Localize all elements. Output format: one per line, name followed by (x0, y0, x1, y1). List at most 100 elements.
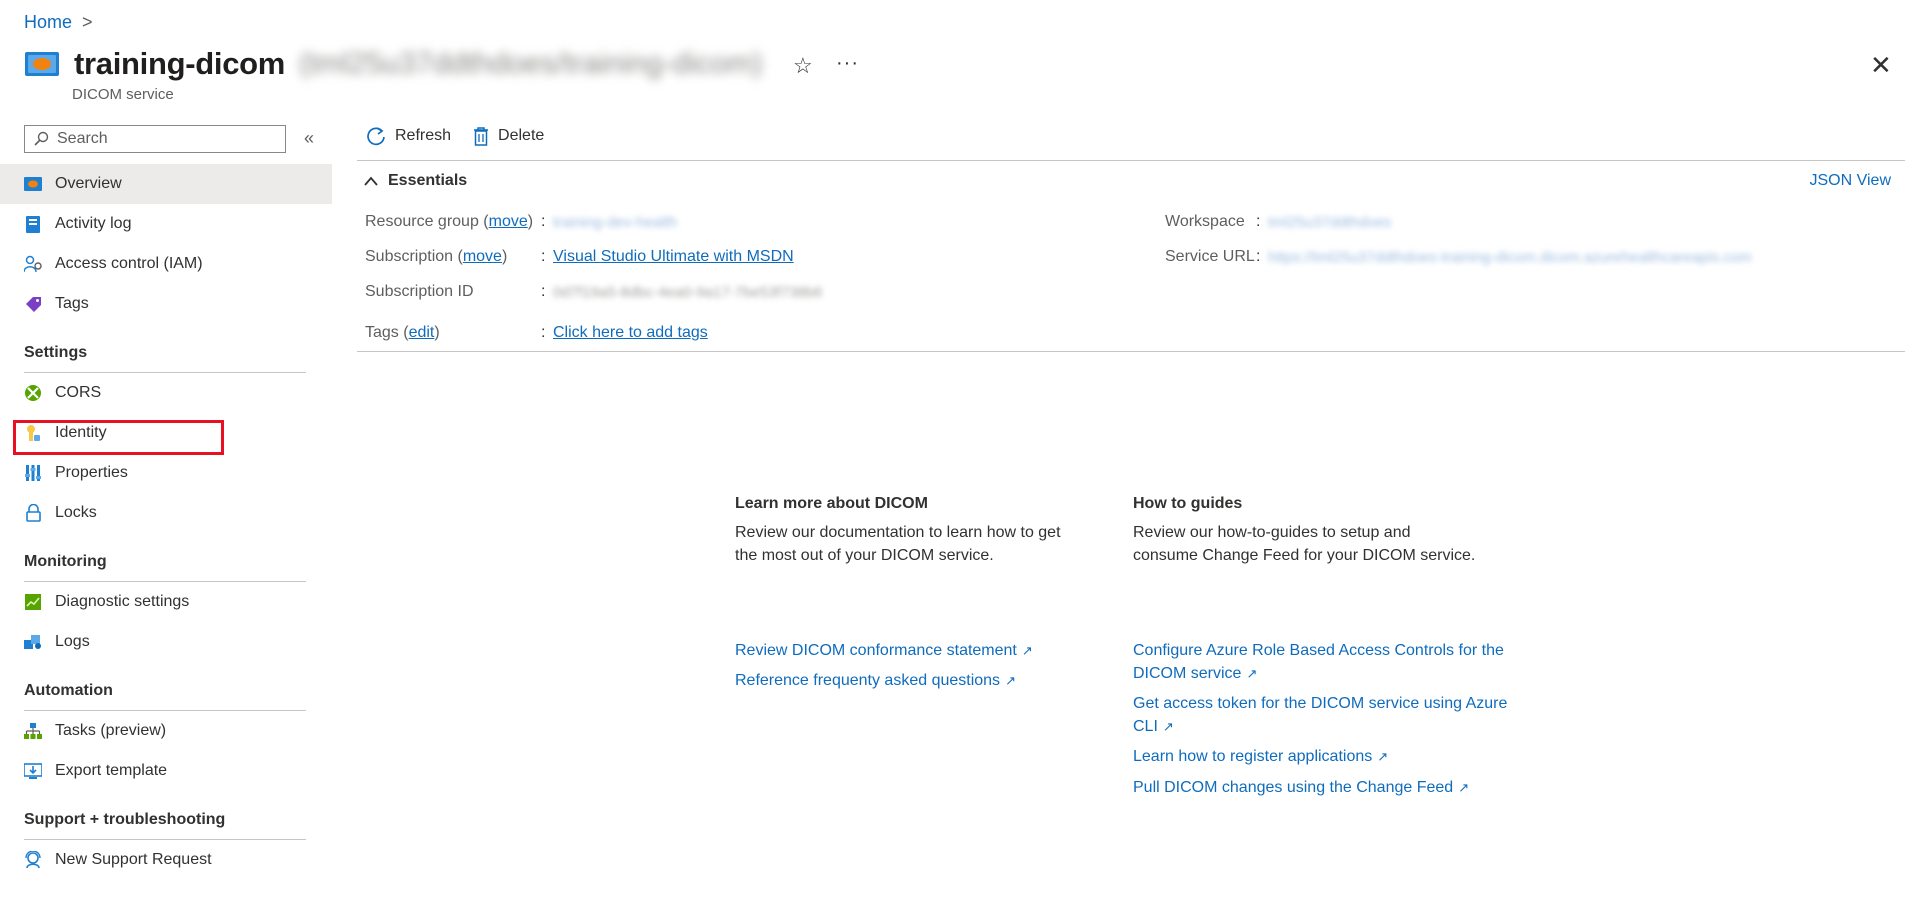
service-url-label: Service URL (1165, 248, 1255, 265)
sidebar-item-label: Properties (55, 464, 128, 481)
sidebar-item-overview[interactable]: Overview (0, 164, 332, 204)
workspace-value[interactable]: tml25u37ddthdoes (1268, 214, 1391, 231)
sidebar-nav: Overview Activity log Access control (IA… (0, 164, 332, 880)
delete-button[interactable]: Delete (473, 126, 544, 146)
external-link-icon: ↗ (1246, 666, 1258, 681)
properties-icon (24, 464, 42, 482)
learn-more-text: Review our documentation to learn how to… (735, 524, 1061, 564)
how-to-guides-text: Review our how-to-guides to setup and co… (1133, 524, 1476, 564)
lock-icon (24, 504, 42, 522)
sidebar-item-label: Tags (55, 295, 89, 312)
sidebar-item-tasks[interactable]: Tasks (preview) (0, 711, 332, 751)
resource-group-label: Resource group (move) (365, 213, 534, 230)
rbac-guide-link[interactable]: Configure Azure Role Based Access Contro… (1133, 639, 1504, 685)
sidebar-item-label: Access control (IAM) (55, 255, 203, 272)
refresh-icon (367, 127, 385, 146)
colon: : (1256, 213, 1261, 230)
conformance-statement-link[interactable]: Review DICOM conformance statement ↗ (735, 639, 1033, 662)
sidebar-item-activity-log[interactable]: Activity log (0, 204, 332, 244)
subscription-id-label: Subscription ID (365, 283, 474, 300)
diagnostic-icon (24, 593, 42, 611)
register-applications-link[interactable]: Learn how to register applications ↗ (1133, 745, 1388, 768)
sidebar-item-logs[interactable]: Logs (0, 622, 332, 662)
access-token-guide-link[interactable]: Get access token for the DICOM service u… (1133, 692, 1507, 738)
trash-icon (474, 126, 489, 146)
divider (357, 351, 1905, 352)
sidebar-item-new-support-request[interactable]: New Support Request (0, 840, 332, 880)
command-bar: Refresh Delete (366, 126, 544, 146)
resource-group-value[interactable]: training-dev-health (553, 214, 677, 231)
sidebar-item-label: Diagnostic settings (55, 593, 190, 610)
collapse-sidebar-icon[interactable]: « (304, 128, 314, 149)
refresh-label: Refresh (395, 127, 452, 144)
page-title: training-dicom (74, 46, 286, 81)
essentials-toggle[interactable]: Essentials (364, 172, 467, 190)
sidebar-item-label: Activity log (55, 215, 132, 232)
logs-icon (24, 633, 42, 651)
external-link-icon: ↗ (1162, 719, 1174, 734)
essentials-title: Essentials (388, 172, 468, 189)
identity-highlight-box (13, 420, 224, 455)
sidebar-item-cors[interactable]: CORS (0, 373, 332, 413)
subscription-value-link[interactable]: Visual Studio Ultimate with MSDN (553, 248, 794, 266)
delete-label: Delete (498, 127, 545, 144)
faq-link[interactable]: Reference frequenty asked questions ↗ (735, 669, 1016, 692)
sidebar-item-label: Locks (55, 504, 97, 521)
colon: : (541, 213, 546, 230)
sidebar-item-label: CORS (55, 384, 102, 401)
search-input[interactable] (55, 129, 279, 149)
service-url-value[interactable]: https://tml25u37ddthdoes-training-dicom.… (1268, 249, 1752, 266)
sidebar-search[interactable] (24, 125, 286, 153)
page-subtitle: DICOM service (72, 86, 174, 103)
sidebar-item-label: Logs (55, 633, 90, 650)
sidebar-item-tags[interactable]: Tags (0, 284, 332, 324)
sidebar-section-monitoring: Monitoring (24, 553, 107, 570)
page-title-redacted: (tml25u37ddthdoes/training-dicom) (299, 47, 763, 80)
tasks-icon (24, 722, 42, 740)
sidebar-item-locks[interactable]: Locks (0, 493, 332, 533)
sidebar-item-diagnostic-settings[interactable]: Diagnostic settings (0, 582, 332, 622)
sidebar-item-label: Overview (55, 175, 122, 192)
sidebar-item-export-template[interactable]: Export template (0, 751, 332, 791)
more-options-icon[interactable]: ··· (836, 52, 859, 75)
sidebar-section-automation: Automation (24, 682, 113, 699)
chevron-up-icon (364, 176, 378, 186)
external-link-icon: ↗ (1458, 780, 1470, 795)
close-icon[interactable]: ✕ (1870, 50, 1892, 81)
refresh-button[interactable]: Refresh (366, 126, 451, 146)
colon: : (541, 324, 546, 341)
json-view-link[interactable]: JSON View (1809, 172, 1891, 190)
sidebar-item-label: Tasks (preview) (55, 722, 167, 739)
breadcrumb: Home > (24, 12, 93, 33)
tags-edit-link[interactable]: edit (409, 324, 435, 341)
resource-group-move-link[interactable]: move (489, 213, 528, 230)
sidebar-item-label: Export template (55, 762, 168, 779)
favorite-star-icon[interactable]: ☆ (793, 53, 813, 79)
breadcrumb-home[interactable]: Home (24, 12, 72, 33)
change-feed-link[interactable]: Pull DICOM changes using the Change Feed… (1133, 776, 1469, 799)
export-icon (24, 762, 42, 780)
external-link-icon: ↗ (1005, 673, 1016, 688)
divider (357, 160, 1905, 161)
iam-icon (24, 255, 42, 273)
colon: : (541, 283, 546, 300)
subscription-label: Subscription (move) (365, 248, 508, 265)
subscription-move-link[interactable]: move (463, 248, 502, 265)
sidebar-section-settings: Settings (24, 344, 88, 361)
sidebar-item-properties[interactable]: Properties (0, 453, 332, 493)
tags-label: Tags (edit) (365, 324, 440, 341)
cors-icon (24, 384, 42, 402)
chevron-right-icon: > (82, 12, 93, 32)
external-link-icon: ↗ (1021, 643, 1033, 658)
how-to-guides-heading: How to guides (1133, 495, 1243, 512)
add-tags-link[interactable]: Click here to add tags (553, 324, 708, 342)
activity-log-icon (24, 215, 42, 233)
sidebar-item-iam[interactable]: Access control (IAM) (0, 244, 332, 284)
subscription-id-value: 0d7f19a5-8dbc-4ea0-9a17-7be53f738b6 (553, 284, 823, 301)
tag-icon (24, 295, 42, 313)
dicom-service-icon (25, 52, 59, 76)
support-icon (24, 851, 42, 869)
sidebar-section-support: Support + troubleshooting (24, 811, 226, 828)
colon: : (1256, 248, 1261, 265)
search-icon (34, 131, 49, 146)
